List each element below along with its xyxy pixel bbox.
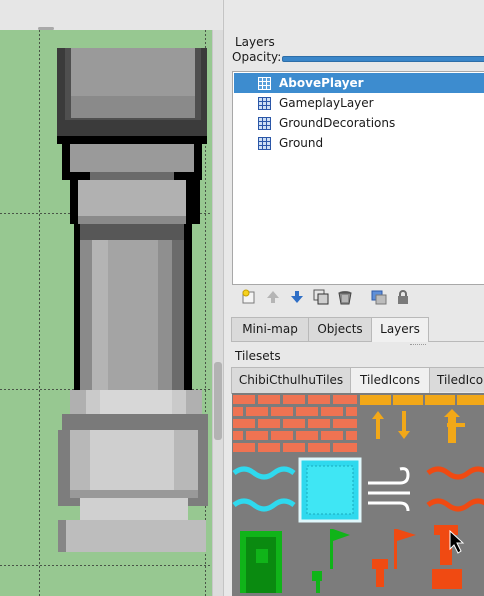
pillar-tile-art bbox=[0, 30, 212, 596]
panel-splitter[interactable] bbox=[410, 344, 426, 347]
tab-tiledicons[interactable]: TiledIcons bbox=[350, 367, 430, 394]
map-canvas[interactable] bbox=[0, 30, 212, 596]
layers-panel-title: Layers bbox=[235, 35, 275, 49]
duplicate-layer-icon[interactable] bbox=[312, 288, 330, 306]
layer-row-grounddecorations[interactable]: GroundDecorations bbox=[234, 113, 484, 133]
map-tab-strip bbox=[0, 0, 222, 31]
lock-icon[interactable] bbox=[394, 288, 412, 306]
layer-group-icon[interactable] bbox=[370, 288, 388, 306]
scrollbar-thumb[interactable] bbox=[214, 362, 222, 440]
tab-chibicthulhutiles[interactable]: ChibiCthulhuTiles bbox=[231, 367, 351, 393]
layer-list: AbovePlayer GameplayLayer GroundDecorati… bbox=[232, 71, 484, 285]
new-layer-icon[interactable] bbox=[240, 288, 258, 306]
opacity-label: Opacity: bbox=[232, 50, 282, 64]
layer-name: Ground bbox=[279, 136, 324, 150]
tile-layer-icon bbox=[258, 97, 271, 110]
delete-layer-icon[interactable] bbox=[336, 288, 354, 306]
bottom-tab-bar: Mini-map Objects Layers bbox=[231, 317, 484, 342]
raise-layer-icon[interactable] bbox=[264, 288, 282, 306]
tileset-tab-bar: ChibiCthulhuTiles TiledIcons TiledIcons bbox=[231, 367, 484, 394]
layer-name: AbovePlayer bbox=[279, 76, 364, 90]
layer-name: GameplayLayer bbox=[279, 96, 374, 110]
right-dock: Layers Opacity: AbovePlayer GameplayLaye… bbox=[223, 0, 484, 596]
layer-row-aboveplayer[interactable]: AbovePlayer bbox=[234, 73, 484, 93]
tile-layer-icon bbox=[258, 137, 271, 150]
layer-name: GroundDecorations bbox=[279, 116, 396, 130]
layer-row-ground[interactable]: Ground bbox=[234, 133, 484, 153]
layer-toolbar bbox=[234, 287, 484, 307]
tab-layers[interactable]: Layers bbox=[371, 317, 429, 342]
lower-layer-icon[interactable] bbox=[288, 288, 306, 306]
tile-layer-icon bbox=[258, 117, 271, 130]
opacity-control: Opacity: bbox=[232, 49, 484, 67]
opacity-slider[interactable] bbox=[282, 56, 484, 62]
tab-objects[interactable]: Objects bbox=[308, 317, 372, 341]
tileset-tiles bbox=[232, 395, 484, 593]
map-vertical-scrollbar[interactable] bbox=[212, 30, 223, 596]
tilesets-panel-title: Tilesets bbox=[235, 349, 281, 363]
layer-row-gameplaylayer[interactable]: GameplayLayer bbox=[234, 93, 484, 113]
tab-mini-map[interactable]: Mini-map bbox=[231, 317, 309, 341]
tab-tiledicons-2[interactable]: TiledIcons bbox=[429, 367, 484, 392]
tile-layer-icon bbox=[258, 77, 271, 90]
tileset-view[interactable] bbox=[232, 393, 484, 596]
